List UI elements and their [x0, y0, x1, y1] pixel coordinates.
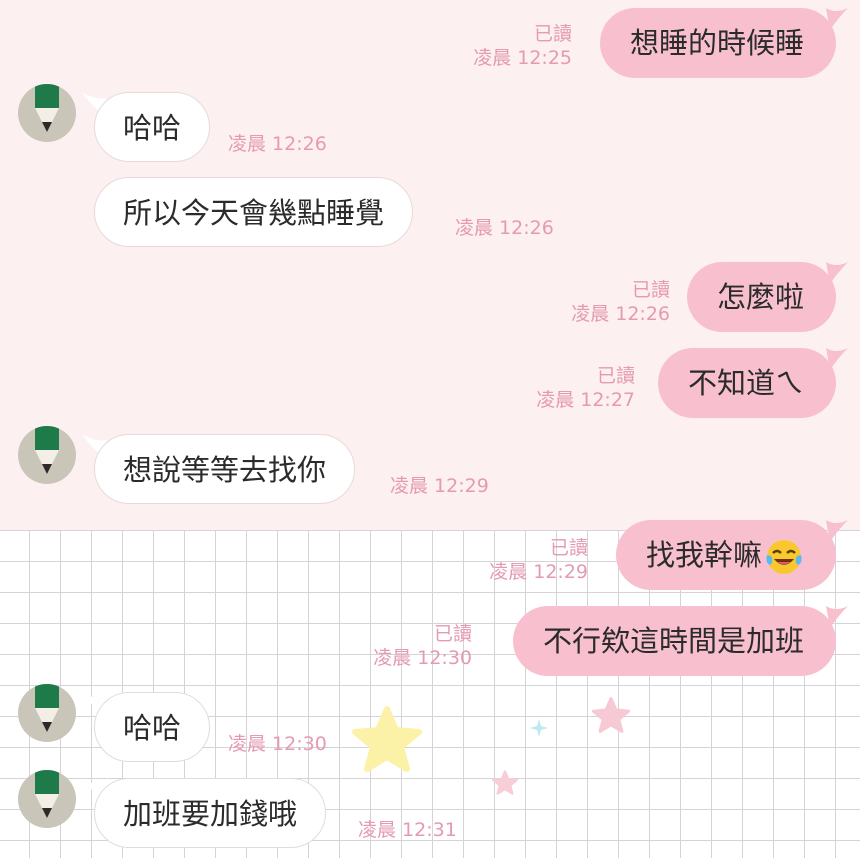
message-text: 不行欸這時間是加班	[542, 624, 804, 658]
message-time: 凌晨 12:26	[228, 133, 327, 155]
message-text: 怎麼啦	[716, 280, 804, 314]
pencil-icon	[35, 84, 59, 132]
message-bubble[interactable]: 想說等等去找你	[94, 434, 356, 504]
read-status: 已讀	[631, 279, 670, 301]
bubble-tail	[826, 348, 848, 370]
message-time: 凌晨 12:25	[473, 47, 572, 69]
read-receipt: 已讀 凌晨 12:27	[536, 364, 635, 412]
avatar[interactable]	[18, 770, 76, 828]
read-receipt: 已讀 凌晨 12:26	[571, 278, 670, 326]
message-bubble[interactable]: 想睡的時候睡	[599, 8, 836, 78]
message-bubble[interactable]: 不行欸這時間是加班	[512, 606, 836, 676]
message-bubble[interactable]: 不知道ㄟ	[657, 348, 836, 418]
message-bubble[interactable]: 找我幹嘛	[615, 520, 836, 590]
message-text: 想說等等去找你	[123, 453, 327, 487]
message-time: 凌晨 12:27	[536, 389, 635, 411]
message-text: 哈哈	[123, 711, 182, 745]
pencil-icon	[35, 684, 59, 732]
bubble-tail	[826, 520, 848, 542]
message-text: 哈哈	[123, 111, 182, 145]
sparkle-decoration	[530, 719, 548, 737]
message-bubble[interactable]: 所以今天會幾點睡覺	[94, 177, 414, 247]
message-text: 找我幹嘛	[645, 538, 762, 572]
message-time: 凌晨 12:31	[358, 819, 457, 841]
message-bubble[interactable]: 怎麼啦	[686, 262, 836, 332]
read-status: 已讀	[533, 23, 572, 45]
yellow-star-decoration	[352, 706, 422, 772]
message-time: 凌晨 12:29	[489, 561, 588, 583]
read-status: 已讀	[596, 365, 635, 387]
message-text: 不知道ㄟ	[687, 366, 804, 400]
laughing-tears-emoji-icon	[766, 540, 802, 574]
message-bubble[interactable]: 哈哈	[94, 692, 211, 762]
message-time: 凌晨 12:30	[228, 733, 327, 755]
message-bubble[interactable]: 加班要加錢哦	[94, 778, 327, 848]
pencil-icon	[35, 770, 59, 818]
message-text: 加班要加錢哦	[123, 797, 298, 831]
bubble-tail	[826, 606, 848, 628]
avatar[interactable]	[18, 84, 76, 142]
pink-star-decoration	[592, 697, 630, 733]
message-time: 凌晨 12:26	[571, 303, 670, 325]
bubble-tail	[826, 262, 848, 284]
message-time: 凌晨 12:26	[455, 217, 554, 239]
read-receipt: 已讀 凌晨 12:30	[373, 622, 472, 670]
message-time: 凌晨 12:30	[373, 647, 472, 669]
message-text: 所以今天會幾點睡覺	[123, 196, 385, 230]
small-pink-star-decoration	[492, 770, 518, 795]
pencil-icon	[35, 426, 59, 474]
read-receipt: 已讀 凌晨 12:29	[489, 536, 588, 584]
read-receipt: 已讀 凌晨 12:25	[473, 22, 572, 70]
message-bubble[interactable]: 哈哈	[94, 92, 211, 162]
avatar[interactable]	[18, 426, 76, 484]
read-status: 已讀	[549, 537, 588, 559]
avatar[interactable]	[18, 684, 76, 742]
bubble-tail	[826, 8, 848, 30]
read-status: 已讀	[433, 623, 472, 645]
message-time: 凌晨 12:29	[390, 475, 489, 497]
message-text: 想睡的時候睡	[629, 26, 804, 60]
